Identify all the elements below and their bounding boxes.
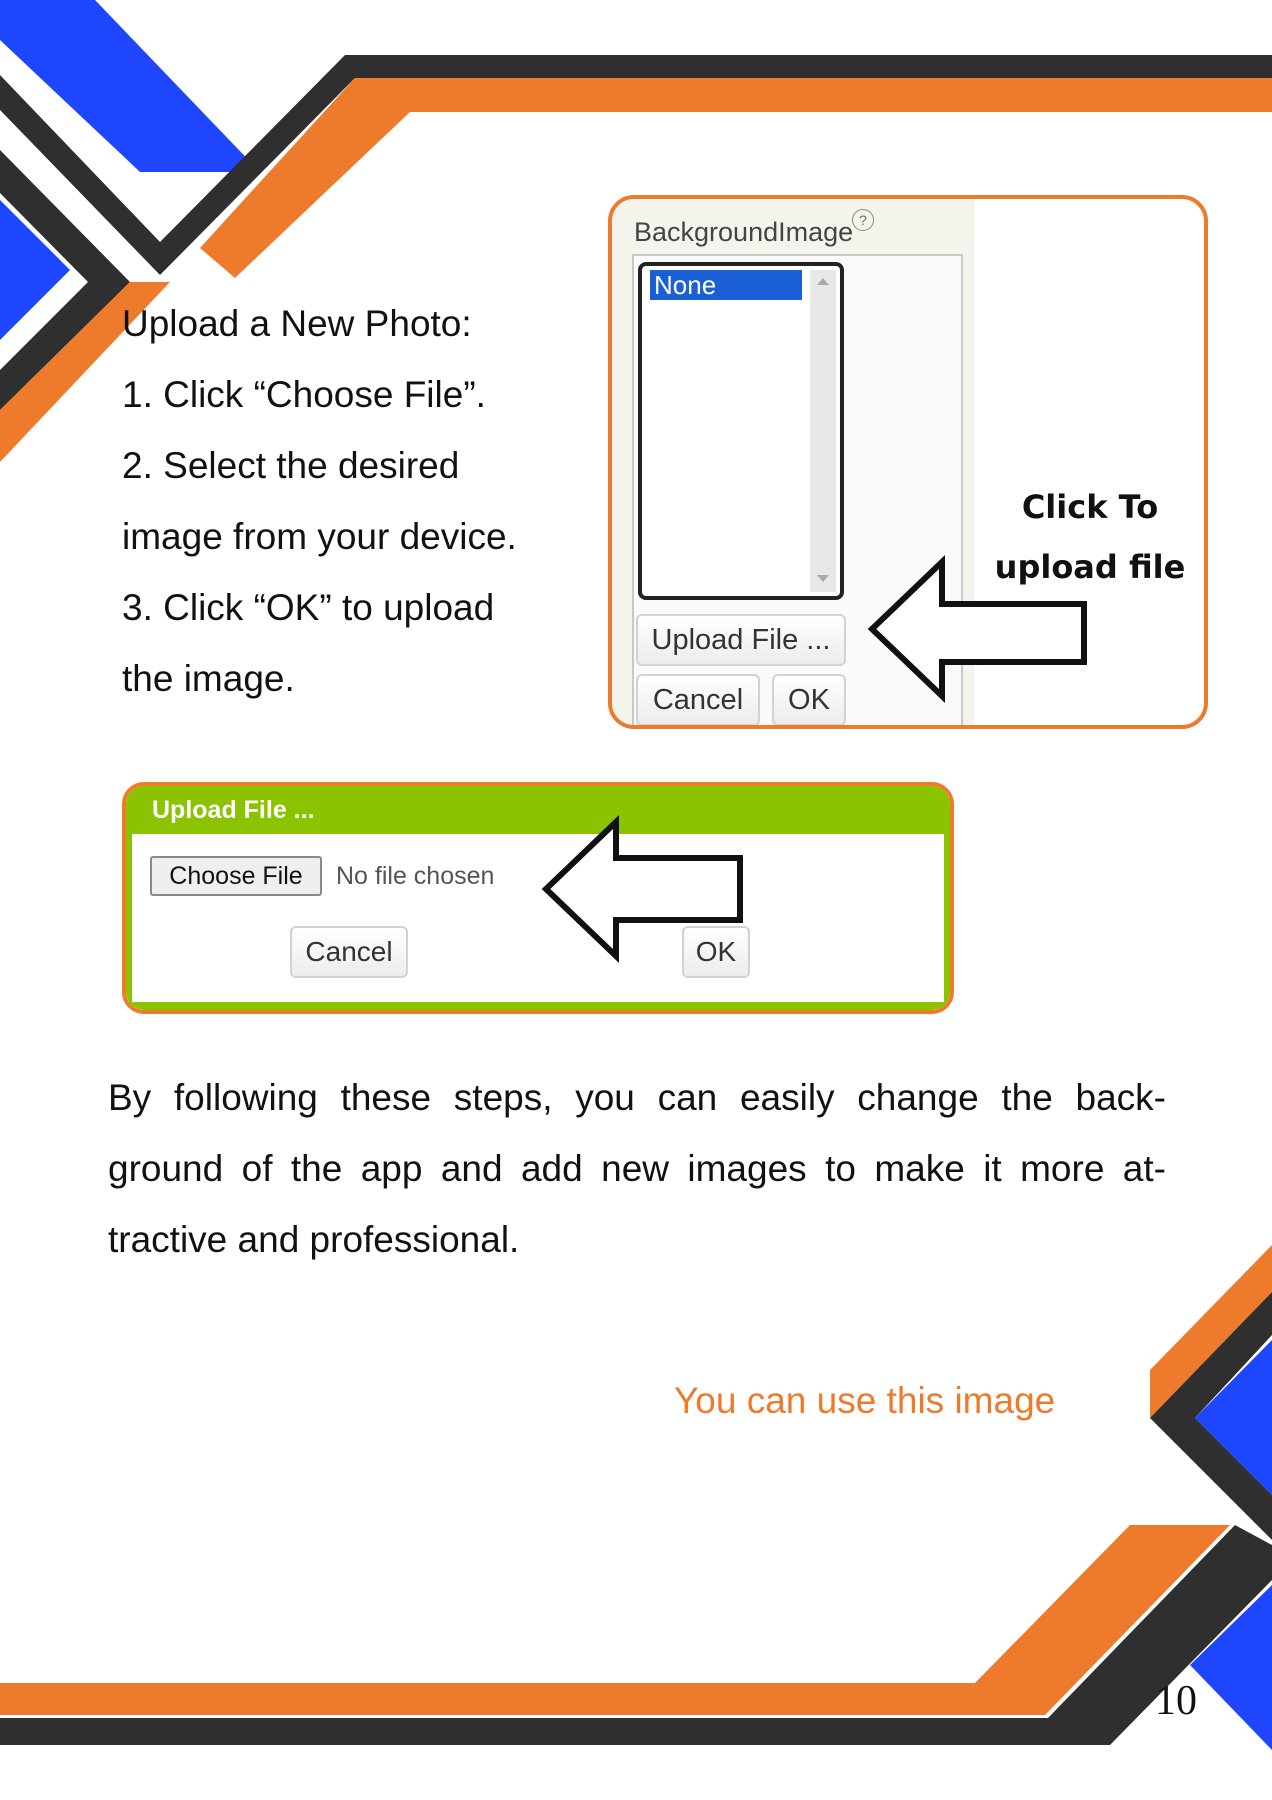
step-2-line-1: 2. Select the desired xyxy=(122,445,460,486)
scroll-arrows-icon xyxy=(817,278,829,582)
bottom-orange-band xyxy=(0,1525,1230,1715)
upload-file-button[interactable]: Upload File ... xyxy=(636,614,846,666)
choose-file-button[interactable]: Choose File xyxy=(150,856,322,896)
cancel-button[interactable]: Cancel xyxy=(636,674,760,725)
help-icon[interactable]: ? xyxy=(852,209,874,231)
file-status: No file chosen xyxy=(336,862,495,890)
step-2-line-2: image from your device. xyxy=(122,516,517,557)
property-label: BackgroundImage xyxy=(634,217,854,247)
listbox-scrollbar[interactable] xyxy=(810,270,836,592)
instructions: Upload a New Photo: 1. Click “Choose Fil… xyxy=(122,288,582,714)
background-image-screenshot: BackgroundImage ? None Upload File ... C… xyxy=(608,195,1208,729)
instructions-heading: Upload a New Photo: xyxy=(122,303,472,344)
dialog-cancel-button[interactable]: Cancel xyxy=(290,926,408,978)
arrow-left-icon xyxy=(541,814,743,964)
image-caption: You can use this image xyxy=(674,1380,1056,1421)
step-1: 1. Click “Choose File”. xyxy=(122,374,486,415)
list-item-selected[interactable]: None xyxy=(650,270,802,300)
step-3-line-1: 3. Click “OK” to upload xyxy=(122,587,495,628)
step-3-line-2: the image. xyxy=(122,658,295,699)
ok-button[interactable]: OK xyxy=(772,674,846,725)
summary-paragraph: By following these steps, you can easily… xyxy=(108,1077,1166,1260)
asset-listbox[interactable]: None xyxy=(638,262,844,600)
callout-text: Click To upload file xyxy=(974,477,1204,597)
callout-line-2: upload file xyxy=(994,548,1186,586)
callout-line-1: Click To xyxy=(1021,488,1159,526)
upload-dialog-screenshot: Upload File ... Choose File No file chos… xyxy=(122,782,954,1014)
page-number: 10 xyxy=(1155,1678,1197,1724)
